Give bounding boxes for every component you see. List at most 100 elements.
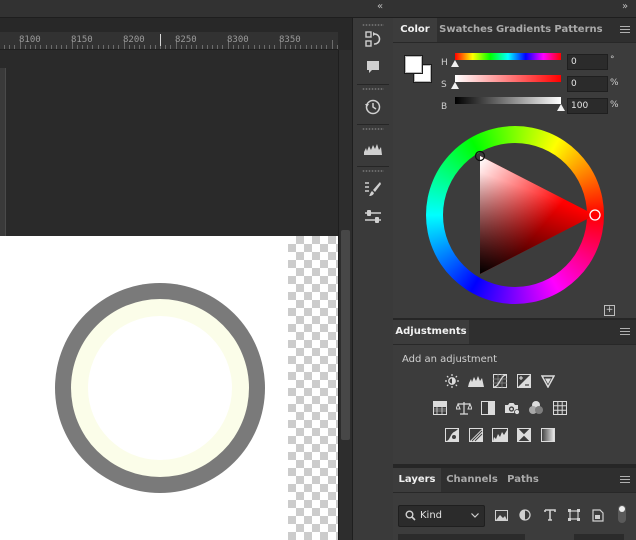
shape-filter-icon[interactable] [567, 508, 581, 522]
tab-gradients[interactable]: Gradients [495, 18, 552, 42]
gradient-map-icon[interactable] [540, 428, 556, 442]
ruler-label: 8100 [19, 35, 41, 45]
ruler-tick [284, 45, 286, 49]
ruler-tick [326, 45, 328, 49]
ruler-tick [217, 45, 219, 49]
ruler-tick [212, 45, 213, 49]
ruler-tick [40, 45, 42, 49]
ruler-tick [310, 45, 312, 49]
tab-layers[interactable]: Layers [393, 468, 441, 492]
black-white-icon[interactable] [480, 401, 496, 415]
tab-paths[interactable]: Paths [503, 468, 543, 492]
ruler-tick [45, 45, 47, 49]
panel-menu-icon[interactable] [620, 476, 630, 484]
curves-icon[interactable] [492, 374, 508, 388]
ruler-tick [222, 45, 224, 49]
channel-mixer-icon[interactable] [528, 401, 544, 415]
tab-channels[interactable]: Channels [441, 468, 503, 492]
pixel-filter-icon[interactable] [494, 508, 508, 522]
ruler-tick [92, 45, 94, 49]
levels-icon[interactable] [468, 374, 484, 388]
comment-icon[interactable] [361, 56, 385, 78]
exposure-icon[interactable] [516, 374, 532, 388]
hue-saturation-icon[interactable] [432, 401, 448, 415]
layers-panel: Layers Channels Paths Kind [393, 468, 636, 540]
layer-filter-kind-select[interactable]: Kind [398, 505, 485, 527]
grip-handle[interactable] [362, 128, 384, 130]
selective-color-icon[interactable] [516, 428, 532, 442]
expand-icon[interactable]: » [622, 1, 628, 12]
posterize-icon[interactable] [468, 428, 484, 442]
ruler-tick [201, 45, 203, 49]
tab-adjustments[interactable]: Adjustments [393, 320, 469, 344]
photo-filter-icon[interactable] [504, 401, 520, 415]
layer-opacity-partial [574, 534, 624, 540]
filter-toggle-switch[interactable] [618, 505, 626, 523]
brush-settings-icon[interactable] [361, 178, 385, 200]
tab-color[interactable]: Color [393, 18, 437, 42]
history-icon[interactable] [361, 96, 385, 118]
ruler-tick [180, 45, 182, 49]
vibrance-icon[interactable] [540, 374, 556, 388]
ruler-tick [97, 45, 99, 49]
ruler-tick [186, 45, 187, 49]
color-lookup-icon[interactable] [552, 401, 568, 415]
brightness-slider[interactable] [455, 97, 561, 104]
ruler-tick [269, 45, 271, 49]
saturation-input[interactable]: 0 [567, 76, 608, 92]
color-panel: Color Swatches Gradients Patterns H 0 ° … [393, 18, 636, 318]
scrollbar-thumb[interactable] [341, 230, 350, 440]
ruler-tick [4, 45, 5, 49]
color-balance-icon[interactable] [456, 401, 472, 415]
type-filter-icon[interactable] [543, 508, 557, 522]
adjustment-filter-icon[interactable] [518, 508, 532, 522]
tab-swatches[interactable]: Swatches [437, 18, 495, 42]
foreground-color-swatch[interactable] [404, 55, 423, 74]
ruler-tick [128, 45, 130, 49]
color-wheel[interactable] [425, 125, 605, 305]
saturation-slider[interactable] [455, 75, 561, 82]
grip-handle[interactable] [362, 88, 384, 90]
ruler-tick [300, 45, 302, 49]
threshold-icon[interactable] [492, 428, 508, 442]
vertical-scrollbar[interactable] [338, 50, 352, 540]
saturation-label: S [441, 80, 447, 90]
pasteboard [0, 50, 338, 236]
panel-menu-icon[interactable] [620, 328, 630, 336]
brightness-input[interactable]: 100 [567, 98, 608, 114]
hue-input[interactable]: 0 [567, 54, 608, 70]
adjustments-subtitle: Add an adjustment [402, 354, 498, 365]
ruler-tick [144, 45, 146, 49]
brightness-contrast-icon[interactable] [444, 374, 460, 388]
tab-patterns[interactable]: Patterns [552, 18, 605, 42]
document-canvas-area[interactable]: 8100 8150 8200 8250 8300 8350 [0, 18, 352, 540]
ruler-tick [258, 45, 260, 49]
grip-handle[interactable] [362, 170, 384, 172]
ruler-tick [113, 45, 115, 49]
hue-slider[interactable] [455, 53, 561, 60]
color-panel-tabs: Color Swatches Gradients Patterns [393, 18, 636, 43]
hue-slider-handle[interactable] [451, 60, 459, 67]
panel-menu-icon[interactable] [620, 26, 630, 34]
brightness-slider-handle[interactable] [557, 104, 565, 111]
ruler-tick [321, 45, 323, 49]
smart-object-filter-icon[interactable] [591, 508, 605, 522]
ruler-tick [295, 45, 297, 49]
ruler-tick [30, 45, 31, 49]
add-to-swatches-icon[interactable]: + [604, 305, 615, 316]
properties-icon[interactable] [361, 206, 385, 228]
adjustments-tabs: Adjustments [393, 320, 636, 345]
collapsed-panel-strip [352, 18, 394, 540]
saturation-slider-handle[interactable] [451, 82, 459, 89]
ruler-tick [253, 45, 255, 49]
ring-center[interactable] [88, 316, 232, 460]
invert-icon[interactable] [444, 428, 460, 442]
saturation-unit: % [610, 78, 619, 88]
horizontal-ruler[interactable]: 8100 8150 8200 8250 8300 8350 [0, 32, 338, 50]
ring-artwork[interactable] [0, 236, 338, 540]
history-brush-swap-icon[interactable] [361, 28, 385, 50]
histogram-icon[interactable] [361, 138, 385, 160]
grip-handle[interactable] [362, 24, 384, 26]
ruler-tick [87, 45, 89, 49]
collapse-icon[interactable]: « [377, 1, 383, 12]
